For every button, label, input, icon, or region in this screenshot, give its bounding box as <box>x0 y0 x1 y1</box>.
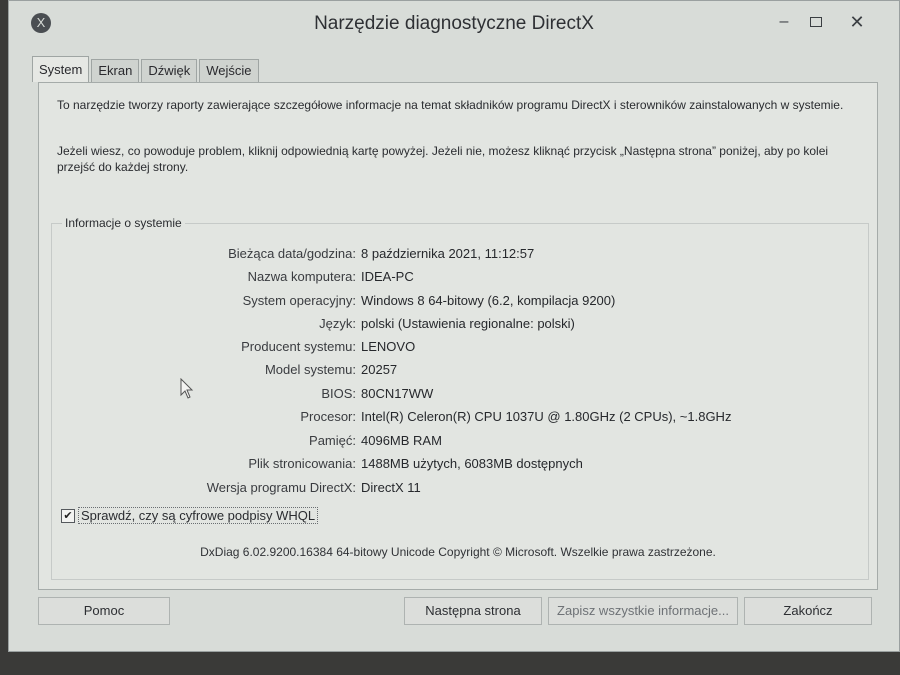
info-value: 80CN17WW <box>361 386 434 401</box>
info-label: Model systemu: <box>264 362 356 377</box>
info-label: Nazwa komputera: <box>247 269 356 284</box>
info-value: 4096MB RAM <box>361 433 442 448</box>
info-label: Procesor: <box>300 409 356 424</box>
info-label: Pamięć: <box>309 433 356 448</box>
info-row-os: System operacyjny: Windows 8 64-bitowy (… <box>52 293 868 313</box>
info-value: 8 października 2021, 11:12:57 <box>361 246 535 261</box>
info-label: Bieżąca data/godzina: <box>228 246 356 261</box>
info-value: 20257 <box>361 362 398 377</box>
intro-paragraph-1: To narzędzie tworzy raporty zawierające … <box>57 98 844 112</box>
info-value: DirectX 11 <box>361 480 421 495</box>
system-info-group: Informacje o systemie Bieżąca data/godzi… <box>51 216 869 580</box>
info-row-language: Język: polski (Ustawienia regionalne: po… <box>52 316 868 336</box>
whql-check-option[interactable]: ✔ Sprawdź, czy są cyfrowe podpisy WHQL <box>61 507 319 524</box>
info-row-manufacturer: Producent systemu: LENOVO <box>52 339 868 359</box>
info-label: Język: <box>319 316 356 331</box>
maximize-button[interactable] <box>801 11 831 33</box>
info-label: BIOS: <box>321 386 356 401</box>
save-all-info-button[interactable]: Zapisz wszystkie informacje... <box>548 597 738 625</box>
maximize-icon <box>810 17 822 27</box>
tab-system[interactable]: System <box>32 56 90 82</box>
info-value: IDEA-PC <box>361 269 414 284</box>
help-button[interactable]: Pomoc <box>38 597 170 625</box>
tab-strip: System Ekran Dźwięk Wejście <box>32 56 261 82</box>
tab-sound[interactable]: Dźwięk <box>141 59 198 82</box>
title-bar[interactable]: X Narzędzie diagnostyczne DirectX – ✕ <box>9 1 899 47</box>
info-row-bios: BIOS: 80CN17WW <box>52 386 868 406</box>
info-row-processor: Procesor: Intel(R) Celeron(R) CPU 1037U … <box>52 409 868 429</box>
system-tab-panel: To narzędzie tworzy raporty zawierające … <box>38 82 878 590</box>
info-value: 1488MB użytych, 6083MB dostępnych <box>361 456 583 471</box>
info-value: LENOVO <box>361 339 416 354</box>
intro-paragraph-2: Jeżeli wiesz, co powoduje problem, klikn… <box>57 144 829 174</box>
tab-input[interactable]: Wejście <box>199 59 259 82</box>
whql-checkbox[interactable]: ✔ <box>61 508 75 523</box>
info-row-computer-name: Nazwa komputera: IDEA-PC <box>52 269 868 289</box>
minimize-button[interactable]: – <box>769 11 799 33</box>
info-row-memory: Pamięć: 4096MB RAM <box>52 433 868 453</box>
system-info-group-label: Informacje o systemie <box>62 216 185 230</box>
next-page-button[interactable]: Następna strona <box>404 597 542 625</box>
copyright-footer: DxDiag 6.02.9200.16384 64-bitowy Unicode… <box>200 545 716 559</box>
info-value: Windows 8 64-bitowy (6.2, kompilacja 920… <box>361 293 616 308</box>
info-value: polski (Ustawienia regionalne: polski) <box>361 316 575 331</box>
info-label: Wersja programu DirectX: <box>206 480 356 495</box>
info-label: Producent systemu: <box>241 339 356 354</box>
info-row-datetime: Bieżąca data/godzina: 8 października 202… <box>52 246 868 266</box>
mouse-pointer-icon <box>180 378 194 399</box>
exit-button[interactable]: Zakończ <box>744 597 872 625</box>
info-label: System operacyjny: <box>242 293 356 308</box>
info-row-page-file: Plik stronicowania: 1488MB użytych, 6083… <box>52 456 868 476</box>
info-row-model: Model systemu: 20257 <box>52 362 868 382</box>
tab-display[interactable]: Ekran <box>91 59 140 82</box>
info-value: Intel(R) Celeron(R) CPU 1037U @ 1.80GHz … <box>361 409 732 424</box>
whql-checkbox-label[interactable]: Sprawdź, czy są cyfrowe podpisy WHQL <box>78 507 319 524</box>
close-button[interactable]: ✕ <box>835 11 879 33</box>
window-title: Narzędzie diagnostyczne DirectX <box>314 13 594 34</box>
info-row-directx-version: Wersja programu DirectX: DirectX 11 <box>52 480 868 500</box>
info-label: Plik stronicowania: <box>248 456 356 471</box>
